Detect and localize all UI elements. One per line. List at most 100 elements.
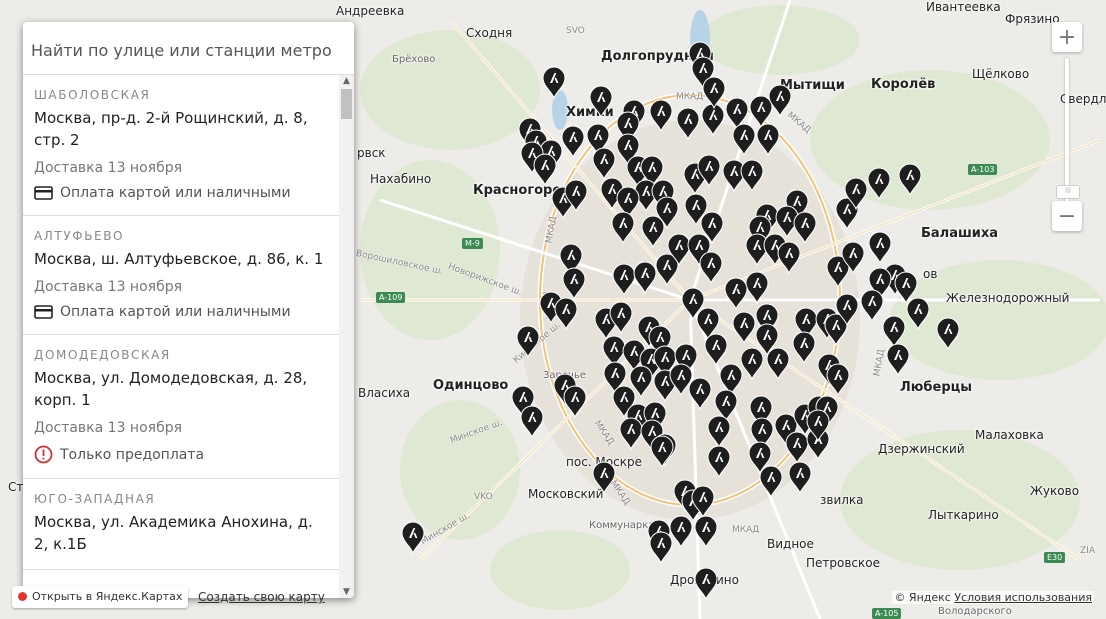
card-icon [34, 305, 53, 319]
pickup-point-item[interactable]: ШАБОЛОВСКАЯ Москва, пр-д. 2-й Рощинский,… [23, 75, 339, 216]
pickup-point-marker-icon[interactable] [898, 163, 922, 196]
pickup-point-marker-icon[interactable] [592, 461, 616, 494]
pickup-point-item[interactable]: ЮГО-ЗАПАДНАЯ Москва, ул. Академика Анохи… [23, 479, 339, 570]
yandex-pin-icon [18, 592, 27, 601]
place-label: Дзержинский [878, 442, 965, 456]
scrollbar-thumb[interactable] [341, 89, 352, 119]
pickup-point-marker-icon[interactable] [649, 99, 673, 132]
pickup-point-marker-icon[interactable] [561, 125, 585, 158]
pickup-point-marker-icon[interactable] [592, 147, 616, 180]
place-label: Лыткарино [928, 508, 999, 522]
place-label: рвск [357, 146, 386, 160]
pickup-point-marker-icon[interactable] [835, 293, 859, 326]
pickup-point-marker-icon[interactable] [806, 409, 830, 442]
pickup-point-marker-icon[interactable] [563, 385, 587, 418]
pickup-point-marker-icon[interactable] [611, 211, 635, 244]
pickup-list: ШАБОЛОВСКАЯ Москва, пр-д. 2-й Рощинский,… [23, 75, 339, 598]
pickup-point-marker-icon[interactable] [704, 333, 728, 366]
pickup-point-marker-icon[interactable] [759, 465, 783, 498]
pickup-point-marker-icon[interactable] [633, 261, 657, 294]
pickup-point-marker-icon[interactable] [724, 277, 748, 310]
pickup-point-marker-icon[interactable] [697, 154, 721, 187]
pickup-point-marker-icon[interactable] [649, 531, 673, 564]
highway-shield: M-9 [462, 238, 483, 249]
zoom-in-button[interactable]: + [1052, 22, 1082, 52]
pickup-point-marker-icon[interactable] [516, 325, 540, 358]
pickup-point-marker-icon[interactable] [554, 297, 578, 330]
place-label: Щёлково [972, 67, 1030, 81]
pickup-point-marker-icon[interactable] [732, 123, 756, 156]
place-label: Володарского [938, 606, 1012, 617]
scroll-down-arrow-icon[interactable]: ▼ [339, 586, 354, 598]
pickup-point-marker-icon[interactable] [655, 196, 679, 229]
delivery-date: Доставка 13 ноября [34, 160, 183, 176]
place-label: ов [923, 267, 938, 281]
airport-label: ZIA [1080, 546, 1095, 556]
pickup-point-marker-icon[interactable] [702, 76, 726, 109]
station-name: ШАБОЛОВСКАЯ [34, 88, 151, 102]
create-map-link[interactable]: Создать свою карту [198, 590, 325, 604]
pickup-point-marker-icon[interactable] [826, 363, 850, 396]
pickup-point-marker-icon[interactable] [777, 241, 801, 274]
pickup-point-marker-icon[interactable] [732, 311, 756, 344]
pickup-point-item[interactable]: ДОМОДЕДОВСКАЯ Москва, ул. Домодедовская,… [23, 335, 339, 479]
pickup-point-marker-icon[interactable] [756, 123, 780, 156]
terms-link[interactable]: Условия использования [954, 591, 1092, 604]
pickup-point-marker-icon[interactable] [766, 347, 790, 380]
place-label: Ст [8, 480, 24, 494]
zoom-out-button[interactable]: − [1052, 201, 1082, 231]
pickup-point-marker-icon[interactable] [694, 515, 718, 548]
pickup-point-marker-icon[interactable] [694, 567, 718, 600]
pickup-point-marker-icon[interactable] [564, 179, 588, 212]
highway-shield: A-109 [376, 292, 406, 303]
place-label: Коммунарка [589, 520, 655, 531]
pickup-point-marker-icon[interactable] [699, 251, 723, 284]
scroll-up-arrow-icon[interactable]: ▲ [339, 75, 354, 87]
pickup-point-marker-icon[interactable] [860, 289, 884, 322]
copyright: © Яндекс Условия использования [892, 591, 1094, 604]
place-label: Брёхово [392, 54, 436, 65]
place-label: Железнодорожный [946, 291, 1070, 305]
station-name: АЛТУФЬЕВО [34, 229, 125, 243]
zoom-slider-handle[interactable]: ||| [1056, 185, 1080, 199]
pickup-point-marker-icon[interactable] [589, 85, 613, 118]
pickup-point-marker-icon[interactable] [768, 84, 792, 117]
pickup-point-marker-icon[interactable] [886, 343, 910, 376]
pickup-point-marker-icon[interactable] [792, 331, 816, 364]
pickup-list-panel: ШАБОЛОВСКАЯ Москва, пр-д. 2-й Рощинский,… [23, 22, 354, 598]
pickup-point-marker-icon[interactable] [691, 485, 715, 518]
pickup-point-marker-icon[interactable] [520, 405, 544, 438]
place-label: Сходня [466, 26, 513, 40]
highway-shield: E30 [1044, 552, 1066, 563]
pickup-point-marker-icon[interactable] [844, 177, 868, 210]
pickup-point-marker-icon[interactable] [609, 301, 633, 334]
pickup-point-marker-icon[interactable] [707, 445, 731, 478]
pickup-point-marker-icon[interactable] [936, 317, 960, 350]
pickup-point-item[interactable]: АЛТУФЬЕВО Москва, ш. Алтуфьевское, д. 86… [23, 216, 339, 335]
pickup-point-marker-icon[interactable] [650, 435, 674, 468]
list-scrollbar[interactable]: ▲ ▼ [339, 75, 354, 598]
pickup-point-marker-icon[interactable] [688, 377, 712, 410]
search-input[interactable] [29, 40, 343, 61]
address: Москва, пр-д. 2-й Рощинский, д. 8, стр. … [34, 109, 308, 149]
pickup-point-marker-icon[interactable] [867, 167, 891, 200]
pickup-point-marker-icon[interactable] [542, 66, 566, 99]
pickup-point-marker-icon[interactable] [707, 415, 731, 448]
place-label: Малаховка [975, 428, 1044, 442]
pickup-point-marker-icon[interactable] [906, 297, 930, 330]
pickup-point-marker-icon[interactable] [676, 107, 700, 140]
pickup-point-marker-icon[interactable] [793, 211, 817, 244]
pickup-point-marker-icon[interactable] [401, 521, 425, 554]
pickup-point-marker-icon[interactable] [745, 271, 769, 304]
open-in-yandex-button[interactable]: Открыть в Яндекс.Картах [12, 586, 189, 608]
pickup-point-marker-icon[interactable] [740, 159, 764, 192]
payment-method: Только предоплата [34, 445, 328, 464]
place-label: Балашиха [921, 226, 999, 241]
pickup-point-marker-icon[interactable] [788, 461, 812, 494]
pickup-point-marker-icon[interactable] [533, 153, 557, 186]
station-name: ДОМОДЕДОВСКАЯ [34, 348, 171, 362]
place-label: Одинцово [433, 378, 509, 393]
pickup-point-marker-icon[interactable] [868, 231, 892, 264]
pickup-point-marker-icon[interactable] [841, 241, 865, 274]
pickup-point-marker-icon[interactable] [562, 267, 586, 300]
